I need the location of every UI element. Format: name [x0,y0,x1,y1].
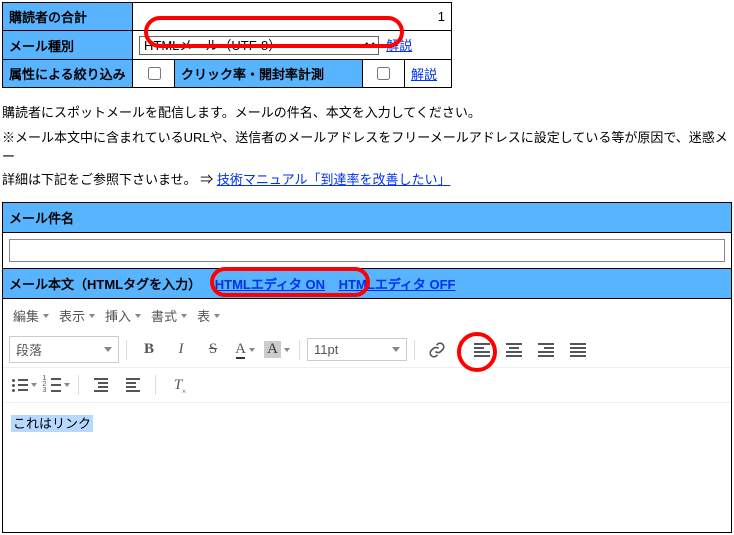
bold-button[interactable]: B [134,337,164,363]
menu-format[interactable]: 書式 [147,303,191,328]
link-button[interactable] [422,337,452,363]
total-subscribers-value: 1 [133,3,452,31]
menu-insert[interactable]: 挿入 [101,303,145,328]
attribute-filter-label: 属性による絞り込み [3,60,133,88]
note-line1: ※メール本文中に含まれているURLや、送信者のメールアドレスをフリーメールアドレ… [2,127,732,165]
bg-color-button[interactable]: A [262,337,292,363]
outdent-button[interactable] [86,372,116,398]
editor-toolbar-1: 段落 B I S A A 11pt [3,332,731,368]
body-header: メール本文（HTMLタグを入力） HTMLエディタ ON HTMLエディタ OF… [3,269,732,299]
clickrate-explain-cell: 解説 [404,60,451,88]
editor-toolbar-2: 123 T [3,368,731,403]
text-color-button[interactable]: A [230,337,260,363]
menu-edit[interactable]: 編集 [9,303,53,328]
clear-format-button[interactable]: T [163,372,193,398]
menu-table[interactable]: 表 [193,303,224,328]
clickrate-cell [362,60,404,88]
font-size-select[interactable]: 11pt [307,338,407,361]
mail-type-select[interactable]: HTMLメール（UTF-8） [139,36,379,55]
attribute-filter-checkbox[interactable] [148,67,161,80]
settings-table: 購読者の合計 1 メール種別 HTMLメール（UTF-8） 解説 属性による絞り… [2,2,452,88]
attribute-filter-cell [133,60,175,88]
total-subscribers-label: 購読者の合計 [3,3,133,31]
strikethrough-button[interactable]: S [198,337,228,363]
align-justify-button[interactable] [563,337,593,363]
block-format-select[interactable]: 段落 [9,336,119,363]
editor-selected-text: これはリンク [11,415,93,432]
indent-button[interactable] [118,372,148,398]
editor-content-area[interactable]: これはリンク [3,403,731,532]
align-center-button[interactable] [499,337,529,363]
number-list-button[interactable]: 123 [41,372,71,398]
mail-type-cell: HTMLメール（UTF-8） 解説 [133,31,452,60]
note-line2: 詳細は下記をご参照下さいませ。 ⇒ 技術マニュアル「到達率を改善したい」 [2,169,732,188]
menu-view[interactable]: 表示 [55,303,99,328]
clickrate-explain-link[interactable]: 解説 [411,67,437,82]
mail-type-explain-link[interactable]: 解説 [386,38,412,53]
subject-header: メール件名 [3,203,732,233]
description-text: 購読者にスポットメールを配信します。メールの件名、本文を入力してください。 [2,102,732,121]
italic-button[interactable]: I [166,337,196,363]
subject-input[interactable] [9,239,725,262]
align-left-button[interactable] [467,337,497,363]
align-right-button[interactable] [531,337,561,363]
editor-on-link[interactable]: HTMLエディタ ON [215,277,325,292]
mail-type-label: メール種別 [3,31,133,60]
manual-link[interactable]: 技術マニュアル「到達率を改善したい」 [217,172,451,187]
bullet-list-button[interactable] [9,372,39,398]
editor-off-link[interactable]: HTMLエディタ OFF [339,277,456,292]
html-editor: 編集 表示 挿入 書式 表 段落 B I S A A 11pt [3,299,731,532]
link-icon [428,341,446,359]
clickrate-checkbox[interactable] [377,67,390,80]
editor-menubar: 編集 表示 挿入 書式 表 [3,299,731,332]
clickrate-label: クリック率・開封率計測 [175,60,363,88]
mail-table: メール件名 メール本文（HTMLタグを入力） HTMLエディタ ON HTMLエ… [2,202,732,533]
